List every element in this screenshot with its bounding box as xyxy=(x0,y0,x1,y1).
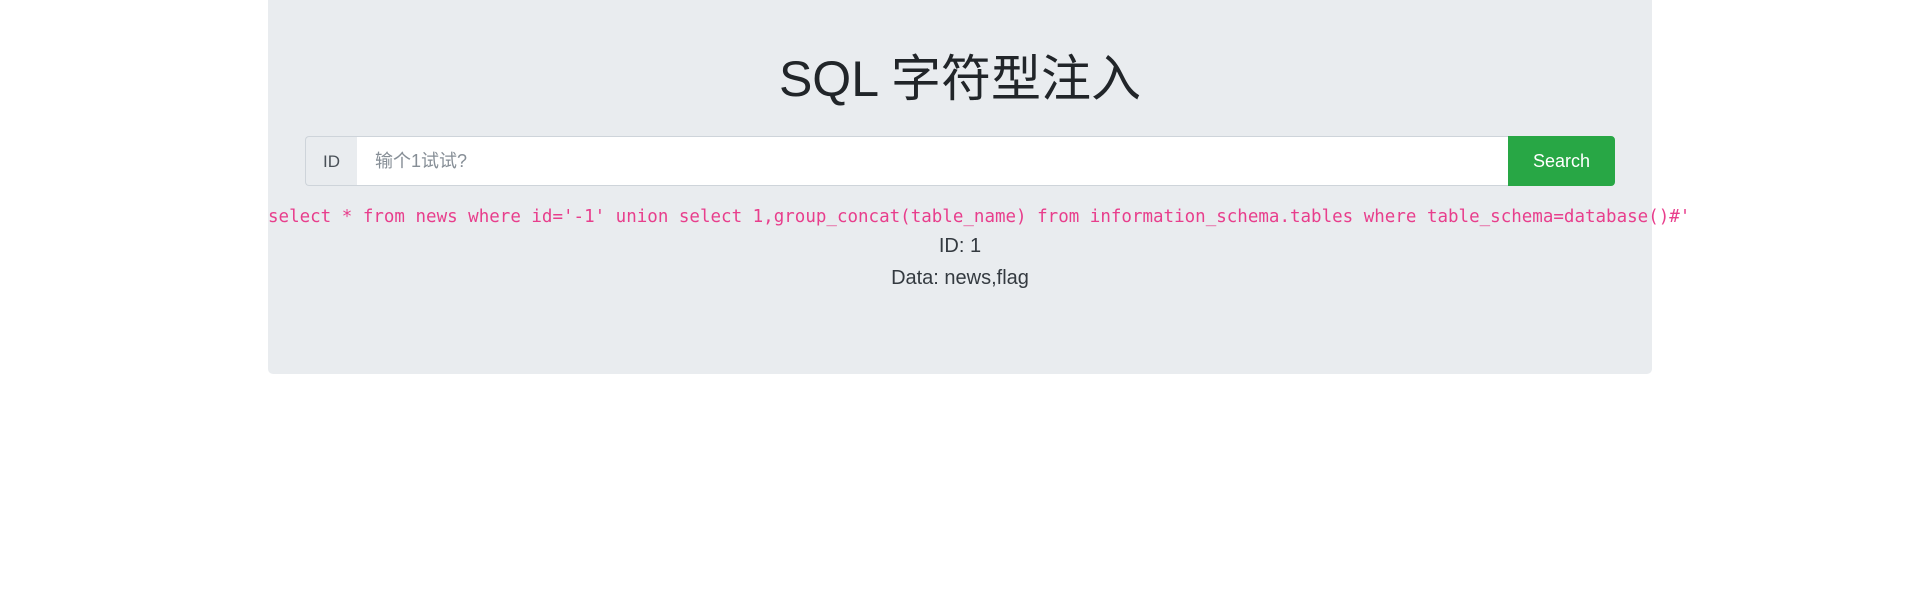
results-panel: select * from news where id='-1' union s… xyxy=(268,205,1691,293)
sql-query-text: select * from news where id='-1' union s… xyxy=(268,207,1691,227)
search-button[interactable]: Search xyxy=(1507,136,1615,186)
input-group-prefix-id: ID xyxy=(305,136,357,186)
hero-container: SQL 字符型注入 ID Search select * from news w… xyxy=(268,0,1691,374)
input-group: ID Search xyxy=(305,136,1615,186)
page-root: SQL 字符型注入 ID Search select * from news w… xyxy=(0,0,1920,603)
search-input[interactable] xyxy=(357,136,1508,186)
result-id-line: ID: 1 xyxy=(938,235,982,257)
search-form: ID Search xyxy=(305,136,1615,186)
page-title: SQL 字符型注入 xyxy=(778,51,1142,107)
result-data-line: Data: news,flag xyxy=(891,267,1029,289)
